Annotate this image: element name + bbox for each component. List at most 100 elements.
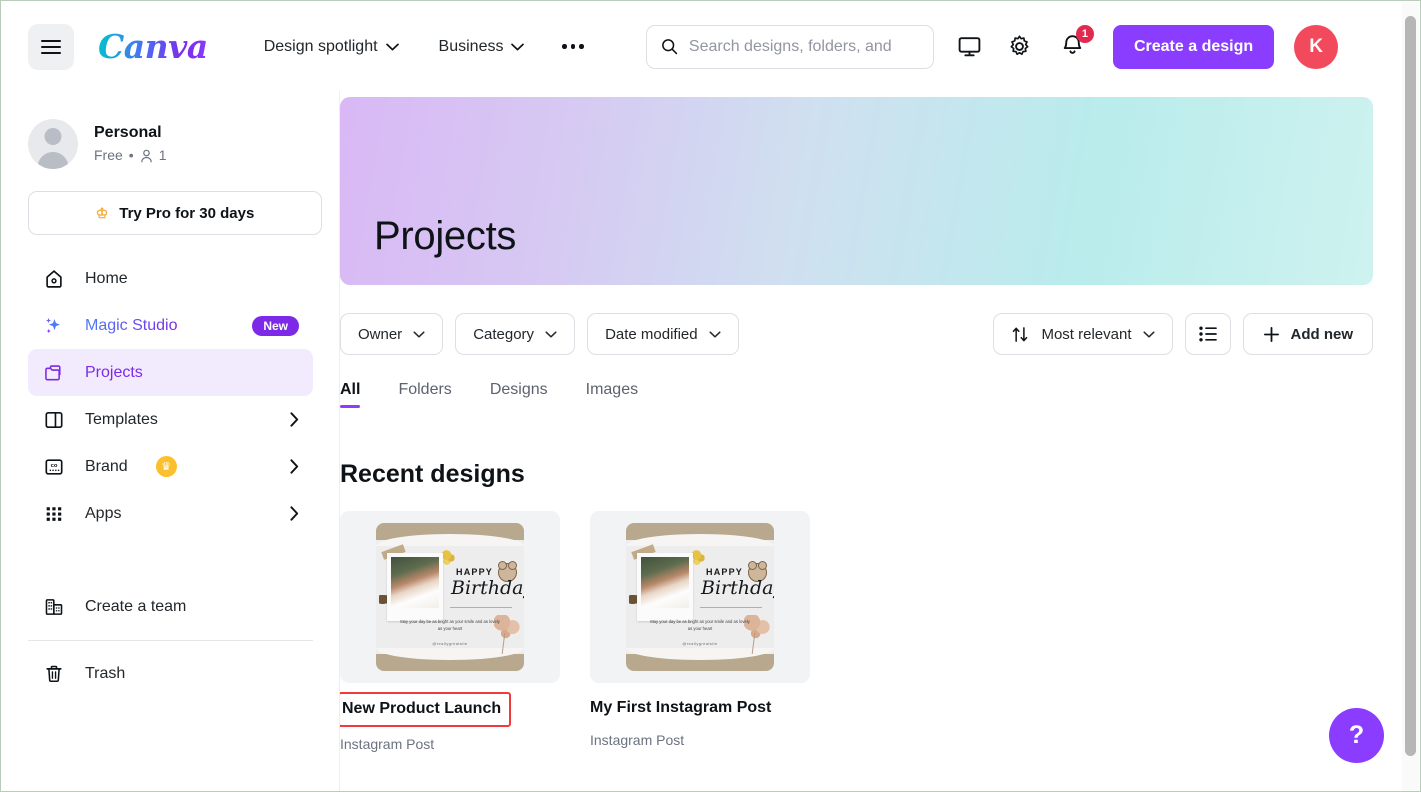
settings-button[interactable] bbox=[1006, 33, 1034, 61]
try-pro-button[interactable]: ♔ Try Pro for 30 days bbox=[28, 191, 322, 235]
photo-image bbox=[391, 557, 439, 608]
page-title: Projects bbox=[374, 214, 516, 259]
nav-business[interactable]: Business bbox=[439, 38, 525, 56]
notifications-button[interactable]: 1 bbox=[1060, 32, 1085, 62]
search-input[interactable] bbox=[689, 38, 919, 56]
account-member-count: 1 bbox=[159, 146, 167, 166]
account-switcher[interactable]: Personal Free • 1 bbox=[28, 119, 313, 169]
sidebar-item-create-a-team[interactable]: Create a team bbox=[28, 583, 313, 630]
create-a-design-button[interactable]: Create a design bbox=[1113, 25, 1274, 69]
sidebar-item-trash[interactable]: Trash bbox=[28, 650, 313, 697]
chevron-down-icon bbox=[545, 331, 557, 338]
account-separator: • bbox=[129, 146, 134, 166]
new-badge: New bbox=[252, 316, 299, 336]
dot-icon bbox=[562, 44, 567, 49]
sidebar-item-projects[interactable]: Projects bbox=[28, 349, 313, 396]
display-settings-button[interactable] bbox=[956, 33, 984, 61]
filter-owner[interactable]: Owner bbox=[340, 313, 443, 355]
birthday-text: Birthday bbox=[451, 577, 524, 599]
filter-category[interactable]: Category bbox=[455, 313, 575, 355]
trash-icon bbox=[42, 662, 66, 686]
sidebar-item-projects-label: Projects bbox=[85, 364, 143, 382]
templates-icon bbox=[42, 408, 66, 432]
sort-arrows-icon bbox=[1011, 326, 1030, 343]
canva-logo[interactable]: Canva bbox=[98, 27, 208, 66]
sort-button[interactable]: Most relevant bbox=[993, 313, 1172, 355]
crown-icon: ♔ bbox=[96, 205, 109, 222]
polaroid-photo bbox=[387, 553, 443, 621]
list-view-icon bbox=[1198, 325, 1218, 343]
sidebar-item-magic-studio[interactable]: Magic Studio New bbox=[28, 302, 313, 349]
birthday-message: May your day be as bright as your smile … bbox=[398, 618, 502, 633]
sidebar-item-home[interactable]: Home bbox=[28, 255, 313, 302]
designs-grid: HAPPY Birthday May your day be as bright… bbox=[340, 511, 1405, 752]
person-icon bbox=[140, 149, 153, 163]
monitor-icon bbox=[957, 34, 982, 59]
page-scrollbar-thumb[interactable] bbox=[1405, 16, 1416, 756]
sidebar-item-create-a-team-label: Create a team bbox=[85, 598, 186, 616]
tab-folders[interactable]: Folders bbox=[398, 381, 451, 408]
left-sidebar: Personal Free • 1 ♔ Try Pro for 30 days bbox=[2, 91, 339, 791]
chevron-down-icon bbox=[1143, 331, 1155, 338]
design-type: Instagram Post bbox=[590, 732, 810, 748]
sidebar-item-apps-label: Apps bbox=[85, 505, 121, 523]
chevron-down-icon bbox=[413, 331, 425, 338]
try-pro-label: Try Pro for 30 days bbox=[119, 205, 254, 222]
search-box[interactable] bbox=[646, 25, 934, 69]
design-thumbnail[interactable]: HAPPY Birthday May your day be as bright… bbox=[590, 511, 810, 683]
design-type: Instagram Post bbox=[340, 736, 560, 752]
birthday-design-preview: HAPPY Birthday May your day be as bright… bbox=[376, 523, 524, 671]
more-options-button[interactable] bbox=[558, 36, 588, 57]
folder-icon bbox=[42, 361, 66, 385]
sidebar-item-templates[interactable]: Templates bbox=[28, 396, 313, 443]
sidebar-item-brand[interactable]: co Brand ♛ bbox=[28, 443, 313, 490]
home-icon bbox=[42, 267, 66, 291]
filter-date-modified[interactable]: Date modified bbox=[587, 313, 739, 355]
help-button[interactable]: ? bbox=[1329, 708, 1384, 763]
tab-all[interactable]: All bbox=[340, 381, 360, 408]
crown-icon: ♛ bbox=[156, 456, 177, 477]
filter-owner-label: Owner bbox=[358, 326, 402, 343]
sort-label: Most relevant bbox=[1041, 326, 1131, 343]
sidebar-item-magic-studio-label: Magic Studio bbox=[85, 317, 178, 335]
tab-images[interactable]: Images bbox=[586, 381, 638, 408]
search-icon bbox=[661, 37, 678, 56]
recent-designs-heading: Recent designs bbox=[340, 460, 1405, 489]
page-scrollbar-track[interactable] bbox=[1402, 2, 1419, 792]
plus-icon bbox=[1263, 326, 1280, 343]
gear-icon bbox=[1007, 34, 1032, 59]
happy-text: HAPPY bbox=[456, 567, 493, 577]
sidebar-nav: Home Magic Studio New bbox=[28, 255, 313, 697]
building-icon bbox=[42, 595, 66, 619]
divider-rule bbox=[450, 607, 512, 608]
chevron-right-icon bbox=[290, 459, 299, 474]
sidebar-divider bbox=[28, 640, 313, 641]
sparkles-icon bbox=[42, 314, 66, 338]
design-card[interactable]: HAPPY Birthday May your day be as bright… bbox=[590, 511, 810, 752]
chevron-down-icon bbox=[709, 331, 721, 338]
account-name: Personal bbox=[94, 122, 167, 144]
birthday-message: May your day be as bright as your smile … bbox=[648, 618, 752, 633]
account-plan: Free bbox=[94, 146, 123, 166]
hamburger-menu-button[interactable] bbox=[28, 24, 74, 70]
tab-designs[interactable]: Designs bbox=[490, 381, 548, 408]
sidebar-item-apps[interactable]: Apps bbox=[28, 490, 313, 537]
design-title[interactable]: New Product Launch bbox=[339, 692, 511, 727]
projects-hero-banner: Projects bbox=[340, 97, 1373, 285]
nav-design-spotlight-label: Design spotlight bbox=[264, 38, 378, 56]
nav-business-label: Business bbox=[439, 38, 504, 56]
happy-text: HAPPY bbox=[706, 567, 743, 577]
chevron-down-icon bbox=[511, 43, 524, 51]
add-new-button[interactable]: Add new bbox=[1243, 313, 1374, 355]
content-tabs: All Folders Designs Images bbox=[340, 381, 1405, 408]
main-content: Projects Owner Category Date modified bbox=[339, 91, 1405, 791]
design-title[interactable]: My First Instagram Post bbox=[590, 697, 810, 719]
nav-design-spotlight[interactable]: Design spotlight bbox=[264, 38, 399, 56]
design-card[interactable]: HAPPY Birthday May your day be as bright… bbox=[340, 511, 560, 752]
hamburger-icon bbox=[41, 36, 61, 58]
design-thumbnail[interactable]: HAPPY Birthday May your day be as bright… bbox=[340, 511, 560, 683]
social-handle: @reallygreatsite bbox=[626, 641, 774, 646]
user-avatar[interactable]: K bbox=[1294, 25, 1338, 69]
notification-count-badge: 1 bbox=[1076, 25, 1094, 43]
view-toggle-button[interactable] bbox=[1185, 313, 1231, 355]
